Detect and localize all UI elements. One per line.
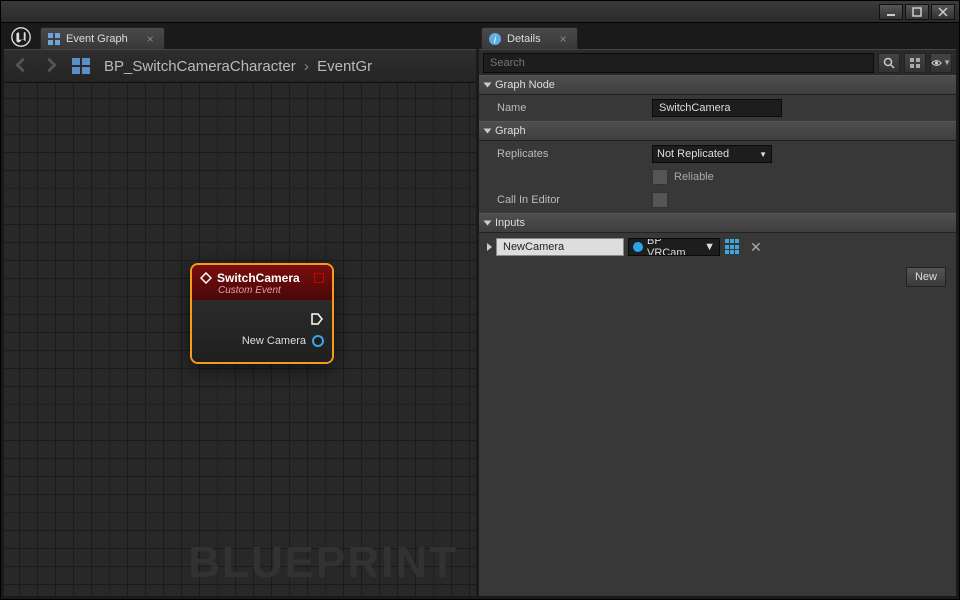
exec-output-pin[interactable] — [310, 312, 324, 326]
callineditor-checkbox[interactable] — [652, 192, 668, 208]
reliable-checkbox[interactable] — [652, 169, 668, 185]
details-tab-icon: i — [488, 32, 502, 46]
output-pin-label: New Camera — [242, 335, 306, 347]
window-maximize-button[interactable] — [905, 4, 929, 20]
inputs-footer: New — [479, 261, 956, 293]
ue-logo-icon — [6, 25, 36, 49]
node-header: SwitchCamera Custom Event — [192, 265, 332, 300]
app-window: Event Graph × BP_SwitchCameraCharacter ›… — [0, 0, 960, 600]
node-title: SwitchCamera — [217, 271, 300, 285]
event-node-switchcamera[interactable]: SwitchCamera Custom Event New Camera — [190, 263, 334, 364]
details-panel: i Details × ▼ Graph Node Name Graph — [479, 25, 956, 596]
graph-canvas[interactable]: SwitchCamera Custom Event New Camera — [4, 83, 476, 596]
category-inputs[interactable]: Inputs — [479, 213, 956, 233]
tab-label: Details — [507, 33, 541, 45]
param-expand-icon[interactable] — [487, 243, 492, 251]
details-body: Graph Node Name Graph Replicates Not Rep… — [479, 75, 956, 596]
tab-close-icon[interactable]: × — [560, 32, 567, 46]
titlebar — [1, 1, 959, 23]
name-input[interactable] — [652, 99, 782, 117]
property-matrix-button[interactable] — [904, 53, 926, 73]
property-row-callineditor: Call In Editor — [479, 187, 956, 213]
graph-toolbar: BP_SwitchCameraCharacter › EventGr — [4, 49, 476, 83]
replicates-select[interactable]: Not Replicated▼ — [652, 145, 772, 163]
details-searchbar: ▼ — [479, 49, 956, 75]
graph-tab-icon — [47, 32, 61, 46]
reliable-label: Reliable — [674, 171, 714, 183]
custom-event-icon — [200, 272, 212, 284]
nav-forward-button[interactable] — [42, 56, 62, 76]
visibility-filter-button[interactable]: ▼ — [930, 53, 952, 73]
replicates-label: Replicates — [497, 148, 652, 160]
name-label: Name — [497, 102, 652, 114]
search-button[interactable] — [878, 53, 900, 73]
param-name-input[interactable]: NewCamera — [496, 238, 624, 256]
param-array-button[interactable] — [724, 238, 742, 256]
search-input[interactable] — [483, 53, 874, 73]
breadcrumb-parent: BP_SwitchCameraCharacter — [104, 58, 296, 75]
param-remove-button[interactable]: ✕ — [746, 239, 766, 256]
tab-close-icon[interactable]: × — [147, 32, 154, 46]
tab-label: Event Graph — [66, 33, 128, 45]
breadcrumb[interactable]: BP_SwitchCameraCharacter › EventGr — [104, 58, 372, 75]
data-output-pin[interactable] — [312, 335, 324, 347]
param-type-select[interactable]: BP VRCam▼ — [628, 238, 720, 256]
nav-back-button[interactable] — [12, 56, 32, 76]
property-row-reliable: Reliable — [479, 167, 956, 187]
graph-watermark: BLUEPRINT — [188, 538, 458, 588]
node-subtitle: Custom Event — [200, 285, 324, 296]
blueprint-icon — [72, 58, 94, 74]
property-row-replicates: Replicates Not Replicated▼ — [479, 141, 956, 167]
node-delegate-pin[interactable] — [314, 273, 324, 283]
property-row-name: Name — [479, 95, 956, 121]
input-param-row: NewCamera BP VRCam▼ ✕ — [479, 233, 956, 261]
breadcrumb-current: EventGr — [317, 58, 372, 75]
category-graph[interactable]: Graph — [479, 121, 956, 141]
category-graph-node[interactable]: Graph Node — [479, 75, 956, 95]
node-body: New Camera — [192, 300, 332, 362]
graph-panel: Event Graph × BP_SwitchCameraCharacter ›… — [4, 25, 476, 596]
window-minimize-button[interactable] — [879, 4, 903, 20]
window-close-button[interactable] — [931, 4, 955, 20]
type-color-icon — [633, 242, 643, 252]
breadcrumb-separator: › — [304, 58, 309, 75]
new-input-button[interactable]: New — [906, 267, 946, 287]
tab-details[interactable]: i Details × — [481, 27, 578, 49]
callineditor-label: Call In Editor — [497, 194, 652, 206]
tab-event-graph[interactable]: Event Graph × — [40, 27, 165, 49]
